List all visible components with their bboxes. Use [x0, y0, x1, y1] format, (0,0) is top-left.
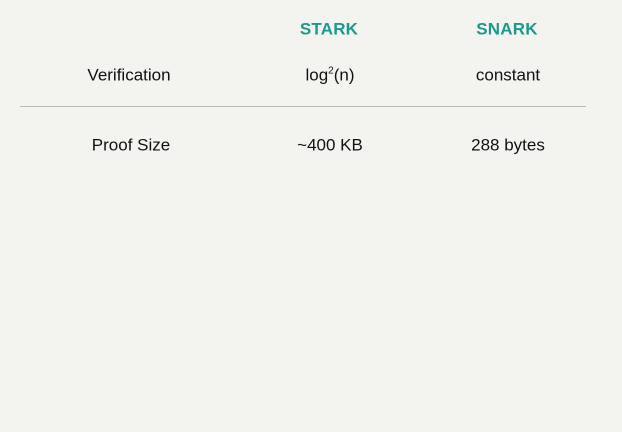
column-header-stark: STARK	[299, 19, 359, 39]
stark-verification-base: log	[305, 65, 329, 85]
column-header-snark: SNARK	[476, 19, 538, 39]
row-label-proof-size: Proof Size	[91, 135, 171, 155]
cell-snark-proof-size: 288 bytes	[471, 135, 545, 155]
row-label-verification: Verification	[87, 65, 171, 85]
comparison-table: STARK SNARK Verification log2(n) constan…	[0, 0, 622, 432]
cell-stark-verification: log2(n)	[305, 65, 355, 85]
stark-verification-rest: (n)	[333, 65, 355, 85]
row-divider	[20, 106, 586, 107]
cell-stark-proof-size: ~400 KB	[297, 135, 363, 155]
cell-snark-verification: constant	[475, 65, 541, 85]
